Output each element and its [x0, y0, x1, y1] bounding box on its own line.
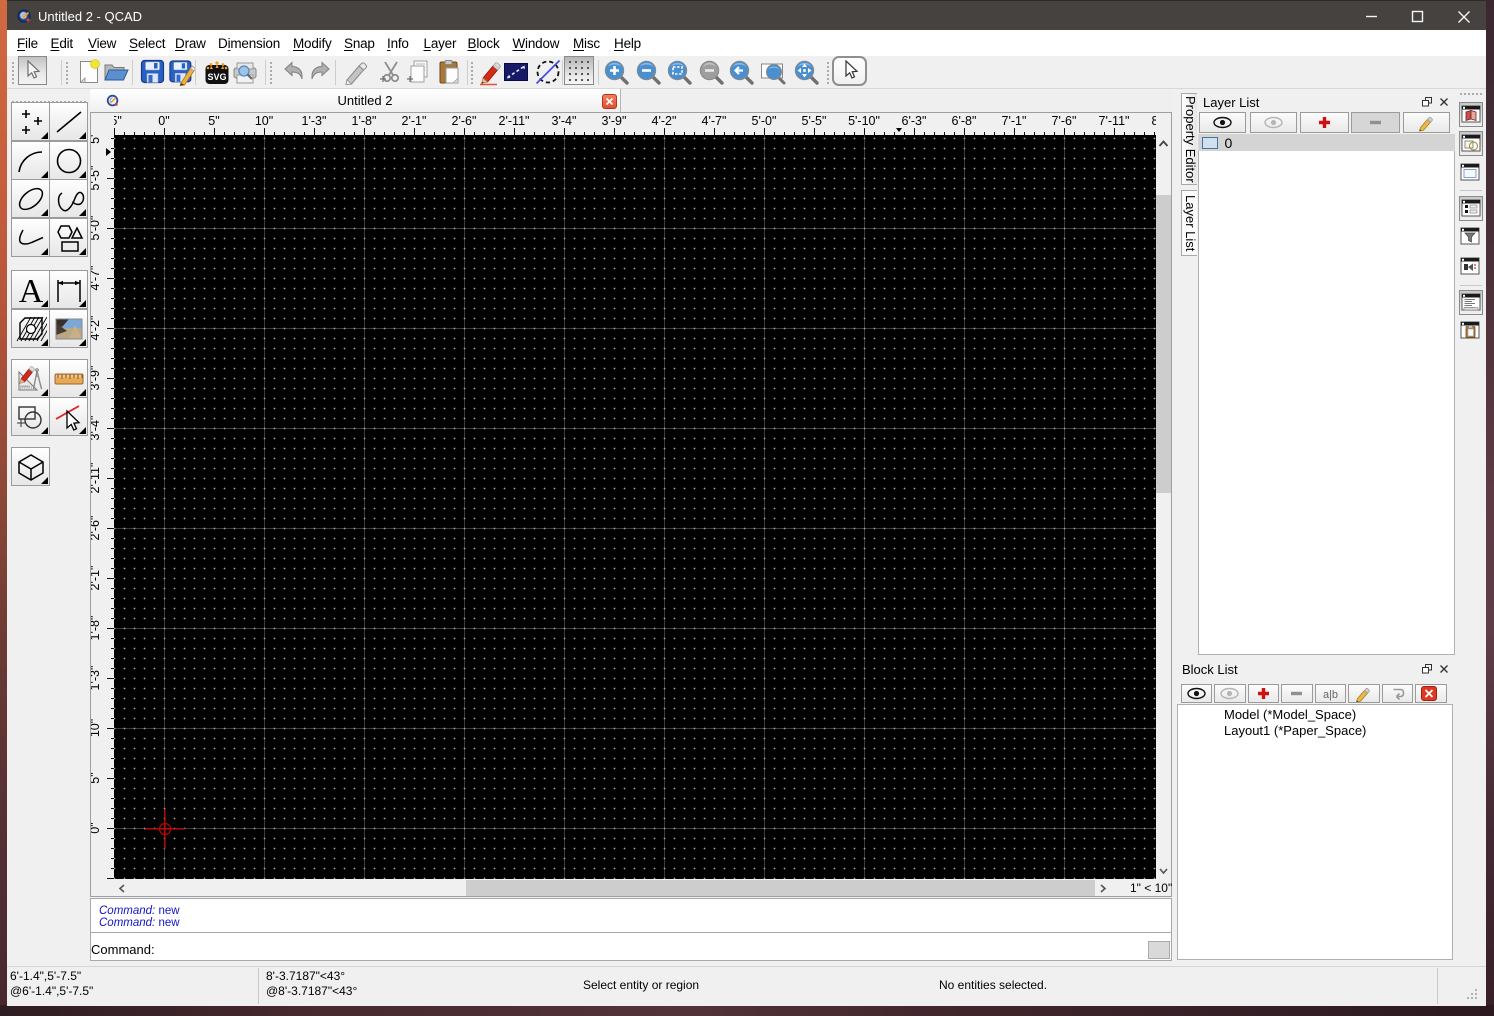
- svg-text:a|b: a|b: [1323, 689, 1338, 701]
- svg-text:SVG: SVG: [207, 72, 226, 82]
- svg-text:A: A: [19, 274, 44, 306]
